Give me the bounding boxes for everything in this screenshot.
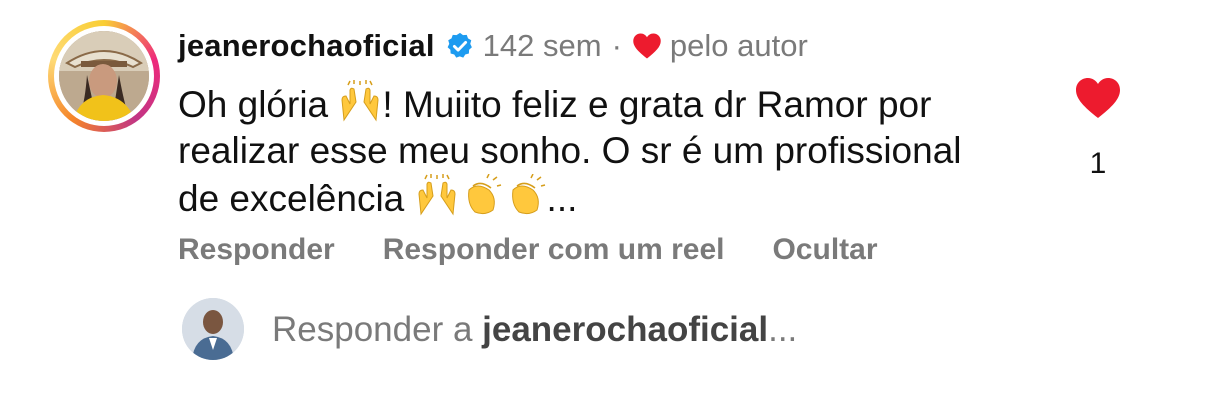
heart-icon bbox=[633, 33, 661, 59]
current-user-avatar bbox=[182, 298, 244, 360]
comment-actions: Responder Responder com um reel Ocultar bbox=[178, 230, 926, 270]
story-ring[interactable] bbox=[48, 20, 160, 132]
comment-header: jeanerochaoficial 142 sem · pelo autor bbox=[178, 26, 808, 66]
comment-text-start: Oh glória bbox=[178, 84, 339, 125]
hide-button[interactable]: Ocultar bbox=[772, 233, 877, 267]
separator-dot: · bbox=[611, 28, 622, 63]
like-heart-icon[interactable] bbox=[1074, 76, 1122, 120]
clapping-hands-icon bbox=[511, 174, 545, 215]
reply-input-suffix: ... bbox=[768, 310, 798, 349]
comment-text-ellipsis[interactable]: ... bbox=[547, 178, 578, 219]
clapping-hands-icon bbox=[467, 174, 501, 215]
raising-hands-icon bbox=[418, 174, 456, 216]
reply-bar: Responder a jeanerochaoficial... bbox=[0, 290, 1206, 370]
comment-text: Oh glória ! Muiito feliz e grata dr Ramo… bbox=[178, 80, 998, 222]
reply-input-prefix: Responder a bbox=[272, 310, 483, 349]
like-column: 1 bbox=[1068, 76, 1128, 181]
reply-button[interactable]: Responder bbox=[178, 233, 335, 267]
reply-input-target: jeanerochaoficial bbox=[482, 310, 769, 349]
user-photo bbox=[182, 298, 244, 360]
like-count: 1 bbox=[1089, 147, 1107, 180]
avatar-photo bbox=[59, 31, 149, 121]
liked-by-author-label: pelo autor bbox=[669, 28, 808, 63]
username[interactable]: jeanerochaoficial bbox=[178, 28, 435, 64]
reply-with-reel-button[interactable]: Responder com um reel bbox=[383, 233, 725, 267]
comment-time: 142 sem bbox=[482, 28, 602, 63]
commenter-avatar[interactable] bbox=[59, 31, 149, 121]
verified-badge-icon bbox=[447, 32, 472, 58]
comment: jeanerochaoficial 142 sem · pelo autor O… bbox=[0, 0, 1206, 290]
reply-input[interactable]: Responder a jeanerochaoficial... bbox=[272, 310, 797, 350]
raising-hands-icon bbox=[341, 80, 379, 122]
